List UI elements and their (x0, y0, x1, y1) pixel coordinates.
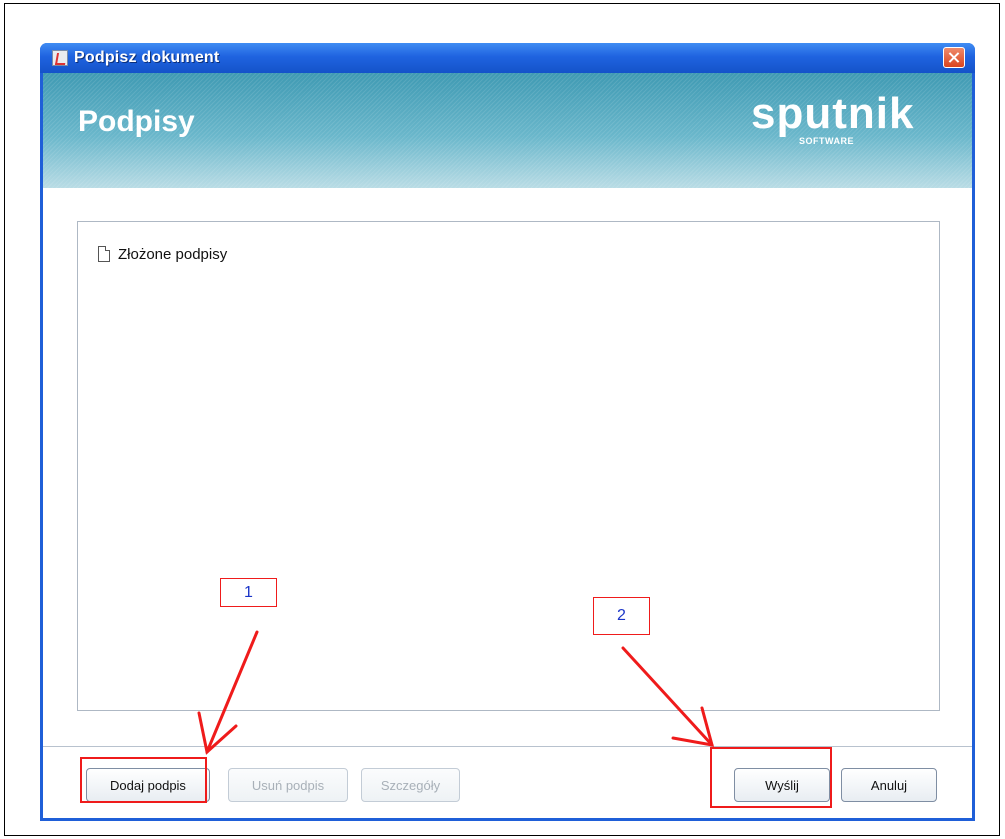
annotation-arrows (197, 630, 715, 755)
arrow-1-shaft (205, 630, 259, 754)
arrow-2-shaft (621, 646, 714, 747)
arrow-1-head (197, 711, 238, 755)
